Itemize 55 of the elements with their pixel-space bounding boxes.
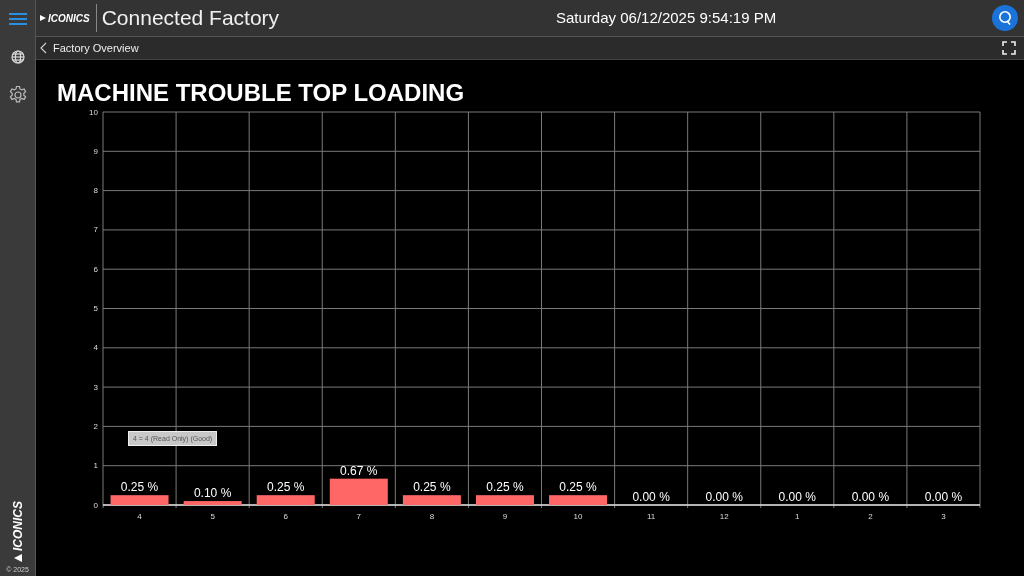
value-label: 0.25 % xyxy=(486,480,524,495)
x-tick-label: 9 xyxy=(502,512,508,521)
x-tick-label: 2 xyxy=(868,512,873,521)
x-tick-label: 10 xyxy=(573,512,583,521)
x-tick-label: 1 xyxy=(795,512,800,521)
x-tick-label: 4 xyxy=(137,512,142,521)
value-label: 0.25 % xyxy=(120,480,159,495)
y-tick-label: 4 xyxy=(93,343,98,353)
x-tick-label: 8 xyxy=(429,512,435,521)
y-tick-label: 6 xyxy=(93,264,98,274)
menu-icon[interactable] xyxy=(8,12,27,26)
x-tick-label: 3 xyxy=(941,512,946,521)
x-tick-label: 6 xyxy=(283,512,288,521)
value-label: 0.00 % xyxy=(851,490,890,504)
brand-logo: ICONICS xyxy=(10,501,25,562)
value-label: 0.00 % xyxy=(924,490,963,504)
chart-title: MACHINE TROUBLE TOP LOADING xyxy=(57,80,465,106)
search-button[interactable] xyxy=(992,5,1018,31)
app-title: Connected Factory xyxy=(101,6,280,30)
bar xyxy=(256,495,315,505)
y-tick-label: 2 xyxy=(93,421,98,431)
value-label: 0.25 % xyxy=(267,480,305,495)
settings-icon[interactable] xyxy=(7,85,28,105)
x-tick-label: 11 xyxy=(646,512,656,521)
globe-icon[interactable] xyxy=(10,50,25,64)
value-label: 0.00 % xyxy=(632,490,670,504)
y-tick-label: 10 xyxy=(89,108,98,117)
brand-logo: ICONICS xyxy=(40,12,90,24)
bar xyxy=(110,495,169,505)
y-tick-label: 5 xyxy=(93,304,98,313)
value-label: 0.00 % xyxy=(705,490,743,504)
bar xyxy=(549,495,608,505)
y-tick-label: 0 xyxy=(93,500,98,510)
value-label: 0.00 % xyxy=(778,490,816,504)
y-tick-label: 3 xyxy=(93,382,98,392)
bar xyxy=(402,495,461,505)
value-label: 0.25 % xyxy=(413,480,451,495)
y-tick-label: 9 xyxy=(93,146,98,156)
y-tick-label: 8 xyxy=(93,186,98,196)
back-icon[interactable] xyxy=(39,42,47,54)
y-tick-label: 1 xyxy=(93,461,98,471)
date-time: Saturday 06/12/2025 9:54:19 PM xyxy=(556,9,777,26)
breadcrumb-link[interactable]: Factory Overview xyxy=(53,42,139,54)
x-tick-label: 7 xyxy=(356,512,361,521)
value-label: 0.25 % xyxy=(559,480,597,495)
fullscreen-icon[interactable] xyxy=(1002,41,1016,55)
y-tick-label: 7 xyxy=(93,225,98,235)
bar xyxy=(183,501,242,505)
value-label: 0.10 % xyxy=(193,486,232,501)
search-icon xyxy=(998,10,1012,26)
bar xyxy=(329,478,388,505)
x-tick-label: 5 xyxy=(210,512,215,521)
x-tick-label: 12 xyxy=(719,512,729,521)
bar xyxy=(475,495,534,505)
value-label: 0.67 % xyxy=(340,463,378,478)
